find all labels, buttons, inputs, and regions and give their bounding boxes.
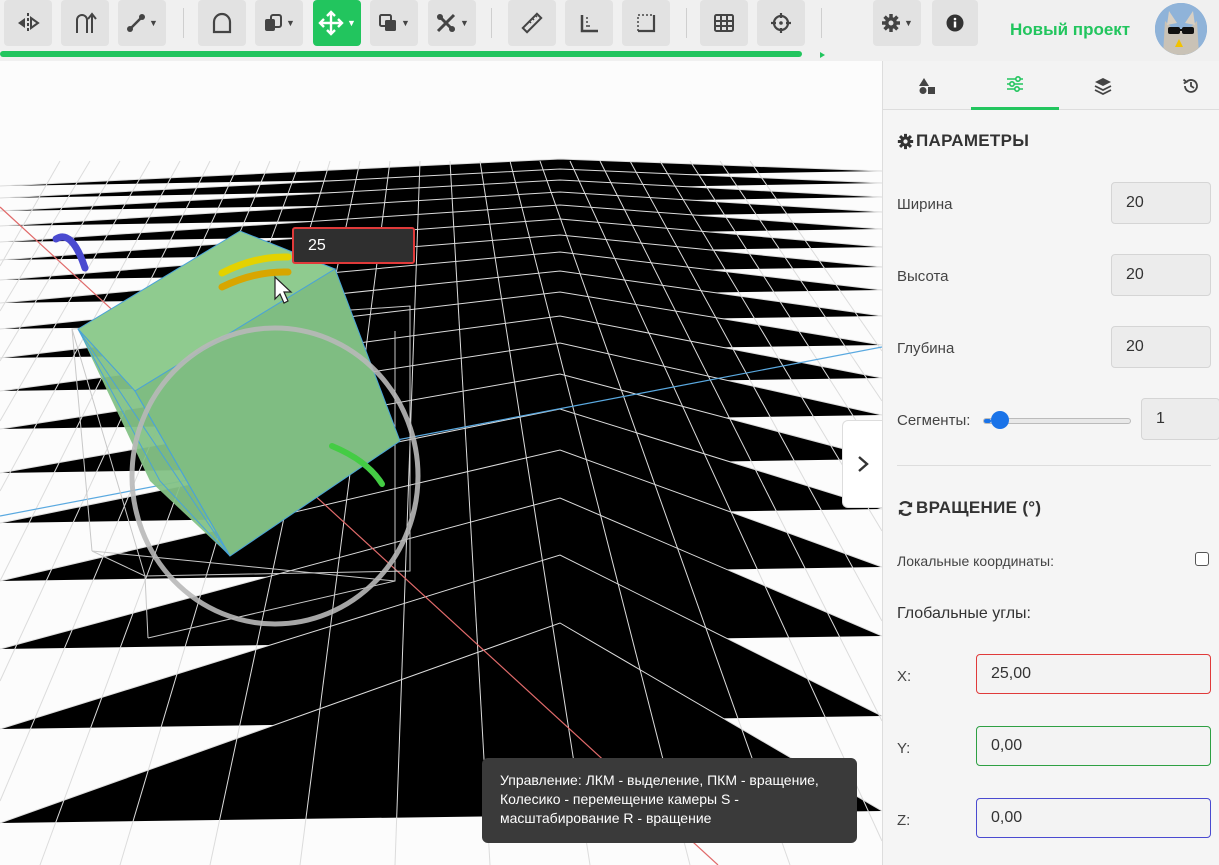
chevron-down-icon: ▼: [401, 18, 410, 28]
shapes-icon: [919, 77, 935, 94]
history-icon: [1182, 78, 1198, 93]
copy-shape-icon: [265, 14, 283, 31]
extrude-icon: [76, 12, 97, 33]
progress-end-marker: [820, 52, 825, 58]
3d-viewport[interactable]: [0, 61, 882, 865]
angle-measure-button[interactable]: [565, 0, 613, 46]
info-button[interactable]: [932, 0, 978, 46]
info-icon: [946, 14, 964, 32]
move-arrows-icon: [318, 10, 344, 36]
chevron-down-icon: ▼: [286, 18, 295, 28]
ruler-button[interactable]: [508, 0, 556, 46]
tab-shapes[interactable]: [883, 61, 971, 110]
area-measure-button[interactable]: [622, 0, 670, 46]
wrench-screwdriver-icon: [436, 13, 456, 33]
snap-target-button[interactable]: [757, 0, 805, 46]
toolbar-divider: [686, 8, 687, 38]
x-angle-input[interactable]: 25,00: [976, 654, 1211, 694]
local-coords-checkbox[interactable]: [1195, 552, 1209, 566]
parameters-section-title: ПАРАМЕТРЫ: [897, 131, 1029, 151]
segments-input[interactable]: 1: [1141, 398, 1219, 440]
grid-icon: [714, 14, 734, 32]
depth-input[interactable]: 20: [1111, 326, 1211, 368]
rotation-title-text: ВРАЩЕНИЕ (°): [916, 498, 1042, 517]
layers-shape-button[interactable]: ▼: [370, 0, 418, 46]
refresh-icon: [898, 500, 913, 516]
angle-ruler-icon: [580, 15, 598, 33]
z-angle-label: Z:: [897, 812, 911, 829]
collapse-panel-button[interactable]: [842, 420, 882, 508]
line-tool-icon: [127, 14, 146, 32]
extrude-tool-button[interactable]: [61, 0, 109, 46]
chevron-down-icon: ▼: [904, 18, 913, 28]
z-angle-input[interactable]: 0,00: [976, 798, 1211, 838]
segments-label: Сегменты:: [897, 412, 971, 429]
chevron-down-icon: ▼: [460, 18, 469, 28]
toolbar-divider: [183, 8, 184, 38]
chevron-right-icon: [857, 456, 869, 472]
chevron-down-icon: ▼: [347, 18, 356, 28]
move-tool-button[interactable]: ▼: [313, 0, 361, 46]
chevron-down-icon: ▼: [149, 18, 158, 28]
height-label: Высота: [897, 268, 949, 285]
avatar[interactable]: [1155, 3, 1207, 55]
tools-button[interactable]: ▼: [428, 0, 476, 46]
tab-layers[interactable]: [1059, 61, 1147, 110]
ruler-icon: [521, 12, 543, 34]
y-angle-label: Y:: [897, 740, 911, 757]
arch-tool-button[interactable]: [198, 0, 246, 46]
avatar-cat-image: [1155, 3, 1207, 55]
height-input[interactable]: 20: [1111, 254, 1211, 296]
properties-panel: ПАРАМЕТРЫ Ширина 20 Высота 20 Глубина 20…: [882, 61, 1219, 865]
layers-icon: [1094, 77, 1112, 95]
overlap-shapes-icon: [379, 14, 397, 31]
x-angle-label: X:: [897, 668, 912, 685]
dashed-square-icon: [637, 14, 656, 33]
grid-toggle-button[interactable]: [700, 0, 748, 46]
depth-label: Глубина: [897, 340, 955, 357]
local-coords-label: Локальные координаты:: [897, 553, 1055, 569]
width-label: Ширина: [897, 196, 953, 213]
project-title[interactable]: Новый проект: [1010, 20, 1130, 40]
global-angles-label: Глобальные углы:: [897, 605, 1031, 622]
gear-icon: [897, 133, 914, 149]
parameters-title-text: ПАРАМЕТРЫ: [916, 131, 1030, 150]
draw-tool-button[interactable]: ▼: [118, 0, 166, 46]
tab-history[interactable]: [1147, 61, 1219, 110]
panel-tabs: [883, 61, 1219, 110]
section-divider: [897, 465, 1211, 466]
toolbar-divider: [491, 8, 492, 38]
progress-bar: [0, 51, 802, 57]
toolbar-divider: [821, 8, 822, 38]
arch-icon: [212, 12, 232, 34]
rotation-section-title: ВРАЩЕНИЕ (°): [897, 498, 1041, 518]
mirror-tool-button[interactable]: [4, 0, 52, 46]
mirror-icon: [18, 13, 40, 33]
segments-slider-thumb[interactable]: [991, 411, 1010, 429]
scene-canvas[interactable]: [0, 61, 882, 865]
segments-slider-fill: [984, 419, 992, 423]
crosshair-icon: [771, 13, 791, 33]
rotation-value-input[interactable]: 25: [292, 227, 415, 264]
tab-parameters[interactable]: [971, 61, 1059, 110]
width-input[interactable]: 20: [1111, 182, 1211, 224]
main-toolbar: ▼ ▼ ▼ ▼ ▼ ▼ Новый проект: [0, 0, 1219, 61]
y-angle-input[interactable]: 0,00: [976, 726, 1211, 766]
controls-hint-tooltip: Управление: ЛКМ - выделение, ПКМ - враще…: [482, 758, 857, 843]
gizmo-z-handle: [52, 233, 89, 272]
sliders-icon: [1007, 76, 1023, 92]
gear-icon: [882, 14, 901, 32]
boolean-tool-button[interactable]: ▼: [255, 0, 303, 46]
settings-button[interactable]: ▼: [873, 0, 921, 46]
